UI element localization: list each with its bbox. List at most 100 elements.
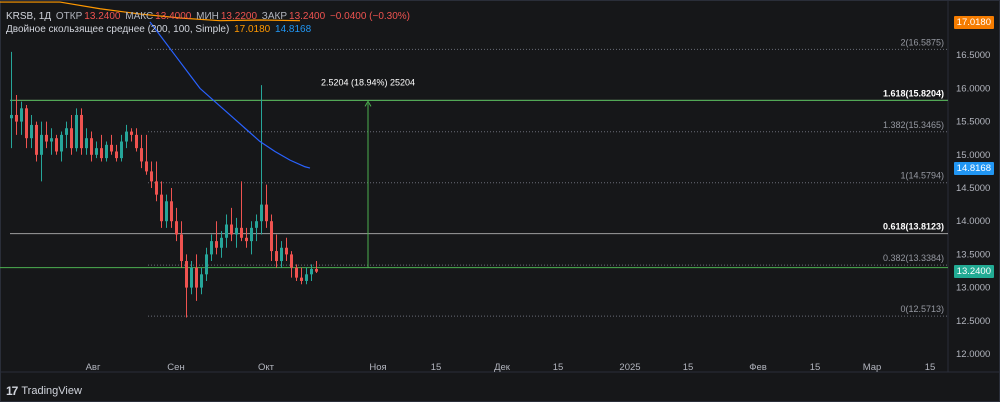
close-value: 13.2400 <box>289 11 326 22</box>
candle-body-41 <box>215 241 218 248</box>
y-tick-label-7: 15.5000 <box>956 117 990 128</box>
y-tick-label-0: 12.0000 <box>956 349 990 360</box>
candle-body-45 <box>235 227 238 235</box>
candle-body-37 <box>195 267 198 288</box>
candle-body-35 <box>185 261 188 288</box>
candle-body-30 <box>160 194 163 222</box>
candle-body-54 <box>280 247 283 262</box>
candle-body-14 <box>80 114 83 149</box>
x-tick-label-4: 15 <box>431 362 442 373</box>
candle-body-31 <box>165 201 168 222</box>
candle-body-60 <box>310 269 313 275</box>
candle-body-57 <box>295 267 298 278</box>
candle-body-25 <box>135 134 138 149</box>
candle-body-3 <box>25 108 28 139</box>
candle-body-1 <box>15 114 18 122</box>
candle-body-38 <box>200 274 203 288</box>
candle-body-32 <box>170 201 173 222</box>
fib-level-label-2: 1.382(15.3465) <box>883 120 944 130</box>
candle-body-53 <box>275 251 278 262</box>
candle-body-51 <box>265 204 268 222</box>
x-tick-label-10: 15 <box>810 362 821 373</box>
candle-body-55 <box>285 247 288 255</box>
candle-body-26 <box>140 148 143 162</box>
ohlc-legend: KRSB, 1Д ОТКР 13.2400 МАКС 13.4000 МИН 13.2… <box>6 11 412 22</box>
low-label: МИН <box>196 11 219 22</box>
change-value: −0.0400 (−0.30%) <box>329 11 411 22</box>
high-value: 13.4000 <box>155 11 192 22</box>
candle-body-10 <box>60 134 63 152</box>
candle-body-0 <box>10 114 13 119</box>
candle-body-17 <box>95 148 98 155</box>
candle-body-48 <box>250 227 253 242</box>
candle-body-24 <box>130 131 133 135</box>
symbol-label[interactable]: KRSB, 1Д <box>6 11 51 22</box>
fib-level-label-5: 0.382(13.3384) <box>883 253 944 263</box>
current-price-tag: 13.2400 <box>953 265 994 278</box>
candle-body-20 <box>110 144 113 152</box>
chart-window: 12.0000 12.5000 13.0000 13.5000 14.0000 14.50… <box>0 0 1000 402</box>
close-label: ЗАКР <box>261 11 288 22</box>
fib-level-label-1: 1.618(15.8204) <box>883 88 944 98</box>
ma-fast-price-tag: 17.0180 <box>953 16 994 29</box>
candle-body-28 <box>150 171 153 182</box>
low-value: 13.2200 <box>220 11 258 22</box>
tradingview-logo-icon: 17 <box>6 384 18 398</box>
y-tick-label-3: 13.5000 <box>956 249 990 260</box>
candle-body-13 <box>75 114 78 149</box>
candle-body-5 <box>35 124 38 155</box>
candle-body-27 <box>145 161 148 172</box>
y-tick-label-9: 16.5000 <box>956 50 990 61</box>
fib-level-label-0: 2(16.5875) <box>900 37 944 47</box>
x-tick-label-6: 15 <box>553 362 564 373</box>
y-tick-label-1: 12.5000 <box>956 316 990 327</box>
fib-level-label-4: 0.618(13.8123) <box>883 222 944 232</box>
candle-body-8 <box>50 138 53 142</box>
open-value: 13.2400 <box>84 11 121 22</box>
candle-body-39 <box>205 254 208 275</box>
candle-body-49 <box>255 221 258 228</box>
x-tick-label-11: Мар <box>863 362 882 373</box>
candle-body-61 <box>315 269 318 272</box>
candle-body-52 <box>270 221 273 252</box>
candle-body-15 <box>85 138 88 149</box>
candle-body-2 <box>20 108 23 122</box>
candle-body-44 <box>230 224 233 235</box>
x-tick-label-9: Фев <box>749 362 767 373</box>
open-label: ОТКР <box>55 11 83 22</box>
tradingview-branding[interactable]: 17 TradingView <box>6 384 82 398</box>
ma-slow-value: 14.8168 <box>275 24 312 35</box>
ma-legend: Двойное скользящее среднее (200, 100, Si… <box>6 24 313 35</box>
candle-body-9 <box>55 138 58 152</box>
x-tick-label-2: Окт <box>258 362 275 373</box>
high-label: МАКС <box>125 11 154 22</box>
ma-slow-line <box>149 21 311 169</box>
x-tick-label-1: Сен <box>167 362 184 373</box>
candle-body-33 <box>175 221 178 235</box>
y-tick-label-6: 15.0000 <box>956 150 990 161</box>
ma-slow-price-tag: 14.8168 <box>953 162 994 175</box>
price-chart[interactable]: 12.0000 12.5000 13.0000 13.5000 14.0000 14.50… <box>0 0 1000 402</box>
candle-body-59 <box>305 274 308 281</box>
candle-body-7 <box>45 134 48 142</box>
fib-level-label-6: 0(12.5713) <box>900 304 944 314</box>
candle-body-34 <box>180 234 183 262</box>
x-tick-label-8: 15 <box>683 362 694 373</box>
candle-body-47 <box>245 237 248 242</box>
candle-body-16 <box>90 138 93 155</box>
x-tick-label-5: Дек <box>494 362 511 373</box>
candle-body-56 <box>290 254 293 268</box>
measure-label: 2.5204 (18.94%) 25204 <box>321 77 415 87</box>
candle-body-43 <box>225 224 228 238</box>
ma-label[interactable]: Двойное скользящее среднее (200, 100, Si… <box>6 24 229 35</box>
chart-frame <box>0 0 1000 402</box>
fib-level-label-3: 1(14.5794) <box>900 171 944 181</box>
candle-body-36 <box>190 267 193 288</box>
x-tick-label-3: Ноя <box>369 362 386 373</box>
y-tick-label-2: 13.0000 <box>956 283 990 294</box>
y-tick-label-8: 16.0000 <box>956 83 990 94</box>
candle-body-46 <box>240 227 243 238</box>
x-tick-label-0: Авг <box>86 362 101 373</box>
candle-body-23 <box>125 131 128 142</box>
candle-body-4 <box>30 124 33 139</box>
